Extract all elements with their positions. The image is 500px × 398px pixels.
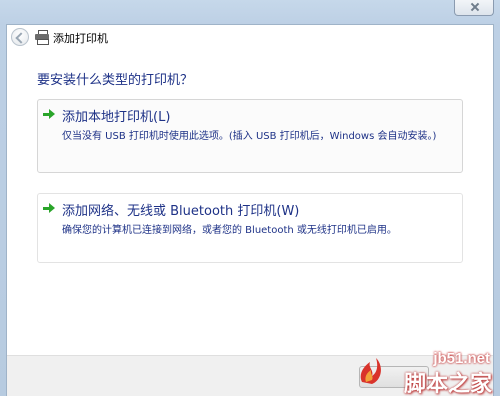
page-heading: 要安装什么类型的打印机？ (37, 73, 194, 88)
wizard-header: 添加打印机 (7, 25, 493, 49)
green-arrow-icon (43, 109, 55, 119)
back-arrow-icon (16, 33, 24, 41)
window-frame: 添加打印机 要安装什么类型的打印机？ 添加本地打印机(L) 仅当没有 USB 打… (0, 0, 500, 397)
next-button[interactable] (359, 366, 429, 388)
green-arrow-icon (43, 203, 55, 213)
close-icon (470, 3, 480, 11)
add-local-printer-option[interactable]: 添加本地打印机(L) 仅当没有 USB 打印机时使用此选项。(插入 USB 打印… (37, 99, 463, 173)
wizard-content: 添加打印机 要安装什么类型的打印机？ 添加本地打印机(L) 仅当没有 USB 打… (6, 24, 494, 396)
option-title: 添加网络、无线或 Bluetooth 打印机(W) (62, 204, 300, 219)
add-network-printer-option[interactable]: 添加网络、无线或 Bluetooth 打印机(W) 确保您的计算机已连接到网络，… (37, 193, 463, 263)
option-description: 仅当没有 USB 打印机时使用此选项。(插入 USB 打印机后，Windows … (62, 131, 437, 142)
printer-icon (35, 30, 49, 45)
option-description: 确保您的计算机已连接到网络，或者您的 Bluetooth 或无线打印机已启用。 (62, 225, 397, 236)
back-button[interactable] (11, 28, 29, 46)
window-title: 添加打印机 (53, 32, 108, 45)
option-title: 添加本地打印机(L) (62, 110, 171, 125)
close-button[interactable] (454, 0, 494, 16)
wizard-footer (7, 355, 493, 396)
